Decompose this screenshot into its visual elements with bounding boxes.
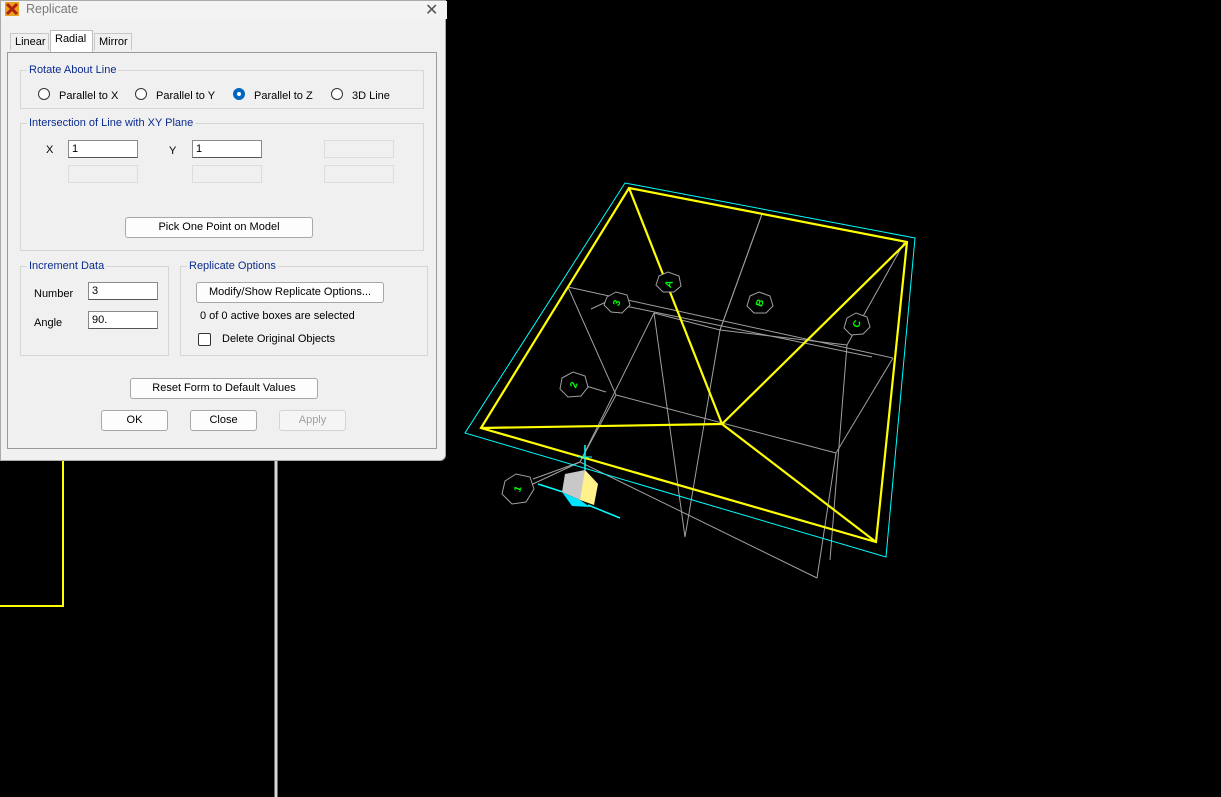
disabled-field bbox=[192, 165, 262, 183]
radio-parallel-y[interactable] bbox=[135, 88, 147, 100]
selection-status-text: 0 of 0 active boxes are selected bbox=[200, 310, 355, 322]
grid-bubble-2: 2 bbox=[559, 371, 589, 398]
group-title: Rotate About Line bbox=[27, 64, 119, 76]
replicate-dialog: Replicate ✕ Linear Radial Mirror Rotate … bbox=[0, 0, 447, 461]
grid-lines bbox=[480, 213, 905, 579]
radio-parallel-z[interactable] bbox=[233, 88, 245, 100]
grid-bubble-A: A bbox=[655, 271, 682, 293]
tab-radial[interactable]: Radial bbox=[50, 30, 93, 52]
grid-bubble-C: C bbox=[843, 312, 871, 336]
grid-bubble-1: 1 bbox=[501, 473, 535, 505]
tab-mirror[interactable]: Mirror bbox=[94, 33, 132, 50]
intersection-group: Intersection of Line with XY Plane X 1 Y… bbox=[20, 117, 424, 251]
grid-bubble-B: B bbox=[746, 291, 774, 314]
reset-form-button[interactable]: Reset Form to Default Values bbox=[130, 378, 318, 399]
pick-point-button[interactable]: Pick One Point on Model bbox=[125, 217, 313, 238]
disabled-field bbox=[324, 165, 394, 183]
disabled-field bbox=[68, 165, 138, 183]
x-coordinate-input[interactable]: 1 bbox=[68, 140, 138, 158]
radio-label: Parallel to Y bbox=[156, 90, 216, 102]
radial-tab-panel: Rotate About Line Parallel to X Parallel… bbox=[7, 52, 437, 449]
angle-input[interactable]: 90. bbox=[88, 311, 158, 329]
x-label: X bbox=[46, 144, 54, 156]
number-label: Number bbox=[34, 288, 74, 300]
grid-bubble-3: 3 bbox=[603, 291, 631, 314]
dialog-title: Replicate bbox=[26, 2, 79, 16]
radio-label: Parallel to Z bbox=[254, 90, 313, 102]
y-coordinate-input[interactable]: 1 bbox=[192, 140, 262, 158]
rotate-about-line-group: Rotate About Line Parallel to X Parallel… bbox=[20, 64, 424, 109]
delete-original-label: Delete Original Objects bbox=[222, 333, 336, 345]
radio-label: Parallel to X bbox=[59, 90, 119, 102]
modify-replicate-options-button[interactable]: Modify/Show Replicate Options... bbox=[196, 282, 384, 303]
group-title: Intersection of Line with XY Plane bbox=[27, 117, 196, 129]
disabled-field bbox=[324, 140, 394, 158]
y-label: Y bbox=[169, 145, 177, 157]
radio-parallel-x[interactable] bbox=[38, 88, 50, 100]
close-button[interactable]: Close bbox=[190, 410, 257, 431]
radio-label: 3D Line bbox=[352, 90, 390, 102]
plan-outline bbox=[464, 182, 916, 558]
replicate-options-group: Replicate Options Modify/Show Replicate … bbox=[180, 260, 428, 356]
angle-label: Angle bbox=[34, 317, 63, 329]
number-input[interactable]: 3 bbox=[88, 282, 158, 300]
tab-linear[interactable]: Linear bbox=[10, 33, 49, 50]
group-title: Increment Data bbox=[27, 260, 107, 272]
radio-3d-line[interactable] bbox=[331, 88, 343, 100]
delete-original-checkbox[interactable] bbox=[198, 333, 211, 346]
app-icon bbox=[5, 2, 19, 16]
group-title: Replicate Options bbox=[187, 260, 278, 272]
increment-data-group: Increment Data Number 3 Angle 90. bbox=[20, 260, 169, 356]
yellow-frame bbox=[479, 186, 909, 544]
ok-button[interactable]: OK bbox=[101, 410, 168, 431]
apply-button[interactable]: Apply bbox=[279, 410, 346, 431]
title-bar: Replicate ✕ bbox=[1, 1, 447, 19]
close-icon[interactable]: ✕ bbox=[425, 0, 438, 20]
